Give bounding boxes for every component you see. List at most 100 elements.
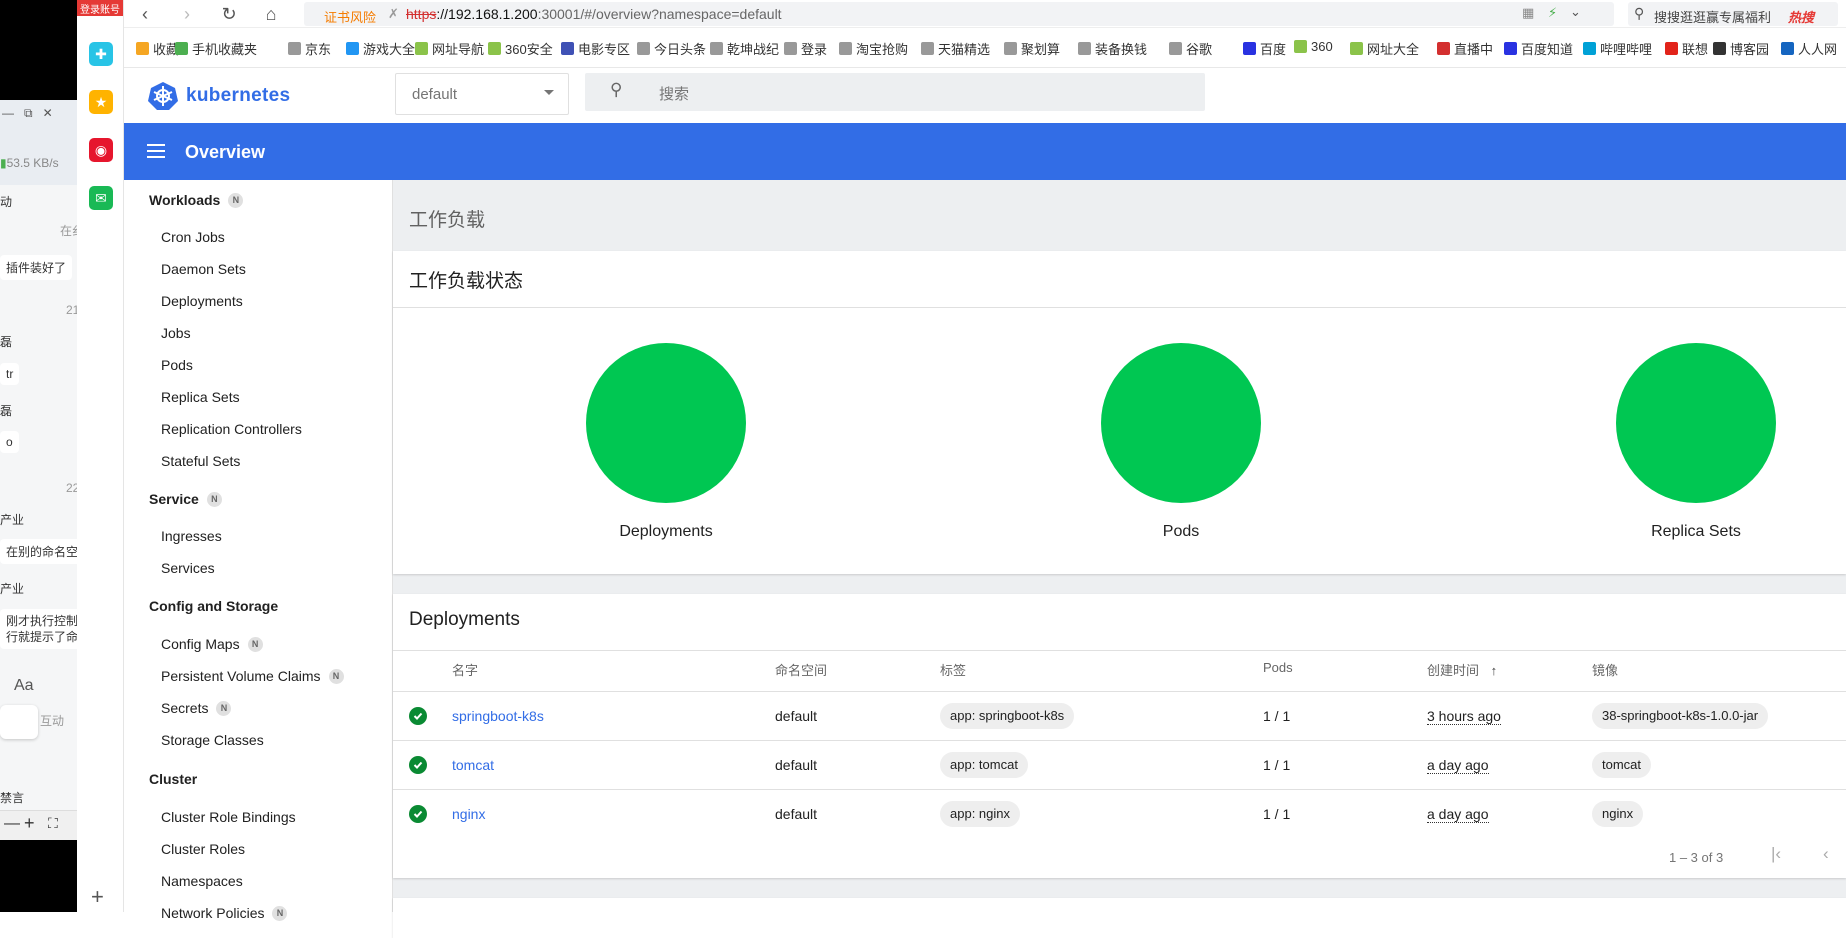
nav-item-secrets[interactable]: Secrets N [161,700,232,716]
interact-button[interactable] [0,705,38,739]
font-icon[interactable]: Aa [14,677,34,695]
deployment-name-link[interactable]: springboot-k8s [452,708,544,724]
nav-section-cluster[interactable]: Cluster [149,771,197,787]
home-icon[interactable]: ⌂ [260,3,282,25]
reload-icon[interactable]: ↻ [218,3,240,25]
address-bar[interactable]: 证书风险 ✗ https://192.168.1.200:30001/#/ove… [304,2,1614,26]
nav-item-pvc[interactable]: Persistent Volume Claims N [161,668,344,684]
column-header-namespace[interactable]: 命名空间 [775,660,827,679]
forward-icon[interactable]: › [176,3,198,25]
first-page-icon[interactable]: |‹ [1771,844,1781,864]
nav-item-cluster-roles[interactable]: Cluster Roles [161,841,245,857]
column-header-created[interactable]: 创建时间 ↑ [1427,660,1497,679]
nav-section-workloads[interactable]: Workloads N [149,192,244,208]
window-controls[interactable]: — ⧉ ✕ [0,106,77,122]
table-row[interactable]: springboot-k8s default app: springboot-k8s… [393,691,1846,740]
bookmark-item[interactable]: 360 [1294,39,1333,54]
column-header-labels[interactable]: 标签 [940,660,966,679]
bookmark-item[interactable]: 游戏大全 [346,39,415,58]
minus-icon[interactable]: — [4,815,20,833]
bookmark-item[interactable]: 聚划算 [1004,39,1060,58]
nav-item-daemon-sets[interactable]: Daemon Sets [161,261,246,277]
bookmark-item[interactable]: 乾坤战纪 [710,39,779,58]
nav-item-namespaces[interactable]: Namespaces [161,873,243,889]
replica-sets-status-chart[interactable] [1616,343,1776,503]
bookmark-item[interactable]: 手机收藏夹 [175,39,257,58]
column-header-pods[interactable]: Pods [1263,660,1293,675]
nav-section-config-storage[interactable]: Config and Storage [149,598,278,614]
bookmark-item[interactable]: 谷歌 [1169,39,1212,58]
label-chip[interactable]: app: springboot-k8s [940,703,1075,729]
bolt-icon[interactable]: ⚡ [1548,5,1557,21]
bookmark-item[interactable]: 联想 [1665,39,1708,58]
sort-arrow-up-icon[interactable]: ↑ [1491,663,1498,678]
menu-icon[interactable] [147,144,165,158]
table-row[interactable]: tomcat default app: tomcat 1 / 1 a day ago to… [393,740,1846,789]
bookmark-item[interactable]: 网址大全 [1350,39,1419,58]
app-icon[interactable]: ✚ [89,42,113,66]
deployment-name-link[interactable]: tomcat [452,757,494,773]
url-text[interactable]: https://192.168.1.200:30001/#/overview?n… [406,6,782,22]
minimize-icon[interactable]: — [2,106,14,122]
k8s-toolbar: Overview [124,123,1846,180]
account-badge[interactable]: 登录账号 [77,0,123,16]
nav-item-jobs[interactable]: Jobs [161,325,191,341]
nav-item-storage-classes[interactable]: Storage Classes [161,732,264,748]
bookmark-item[interactable]: 登录 [784,39,827,58]
k8s-logo[interactable]: kubernetes [148,81,290,111]
bookmark-item[interactable]: 直播中 [1437,39,1493,58]
label-chip[interactable]: app: nginx [940,801,1020,827]
qr-icon[interactable]: ▦ [1522,5,1534,21]
nav-section-service[interactable]: Service N [149,491,222,507]
nav-item-stateful-sets[interactable]: Stateful Sets [161,453,240,469]
nav-item-deployments[interactable]: Deployments [161,293,243,309]
nav-item-services[interactable]: Services [161,560,215,576]
add-icon[interactable]: + [91,884,104,910]
nav-item-ingresses[interactable]: Ingresses [161,528,222,544]
bookmark-icon [921,42,934,55]
deployments-status-chart[interactable] [586,343,746,503]
table-row[interactable]: nginx default app: nginx 1 / 1 a day ago ngin… [393,789,1846,838]
bookmark-item[interactable]: 装备换钱 [1078,39,1147,58]
namespace-selector[interactable]: default [395,73,569,115]
bookmark-icon [710,42,723,55]
search-box[interactable]: ⚲ 搜搜逛逛赢专属福利 热搜 [1628,2,1838,26]
fullscreen-icon[interactable]: ⛶ [48,815,58,832]
nav-item-cron-jobs[interactable]: Cron Jobs [161,229,225,245]
bookmark-item[interactable]: 京东 [288,39,331,58]
close-icon[interactable]: ✕ [43,106,53,122]
bookmark-item[interactable]: 电影专区 [561,39,630,58]
mail-icon[interactable]: ✉ [89,186,113,210]
pods-status-chart[interactable] [1101,343,1261,503]
prev-page-icon[interactable]: ‹ [1823,844,1829,864]
bookmark-item[interactable]: 百度知道 [1504,39,1573,58]
bookmark-item[interactable]: 网址导航 [415,39,484,58]
bookmark-item[interactable]: 今日头条 [637,39,706,58]
nav-item-cluster-role-bindings[interactable]: Cluster Role Bindings [161,809,296,825]
plus-icon[interactable]: + [24,813,35,834]
restore-icon[interactable]: ⧉ [24,106,33,122]
label-chip[interactable]: app: tomcat [940,752,1028,778]
nav-item-config-maps[interactable]: Config Maps N [161,636,263,652]
bookmark-item[interactable]: 哔哩哔哩 [1583,39,1652,58]
bookmark-item[interactable]: 360安全 [488,39,553,58]
nav-item-pods[interactable]: Pods [161,357,193,373]
star-icon[interactable]: ★ [89,90,113,114]
bookmark-item[interactable]: 淘宝抢购 [839,39,908,58]
bookmark-item[interactable]: 百度 [1243,39,1286,58]
back-icon[interactable]: ‹ [134,3,156,25]
nav-item-network-policies[interactable]: Network Policies N [161,905,288,921]
cert-warning[interactable]: 证书风险 [324,7,376,26]
bookmark-item[interactable]: 收藏 [136,39,179,58]
bookmark-item[interactable]: 博客园 [1713,39,1769,58]
bookmark-item[interactable]: 人人网 [1781,39,1837,58]
nav-item-replication-controllers[interactable]: Replication Controllers [161,421,302,437]
search-input[interactable]: ⚲ 搜索 [585,73,1205,111]
nav-item-replica-sets[interactable]: Replica Sets [161,389,240,405]
column-header-name[interactable]: 名字 [452,660,478,679]
weibo-icon[interactable]: ◉ [89,138,113,162]
column-header-image[interactable]: 镜像 [1592,660,1618,679]
deployment-name-link[interactable]: nginx [452,806,485,822]
bookmark-item[interactable]: 天猫精选 [921,39,990,58]
chevron-down-icon[interactable]: ⌄ [1570,4,1581,20]
